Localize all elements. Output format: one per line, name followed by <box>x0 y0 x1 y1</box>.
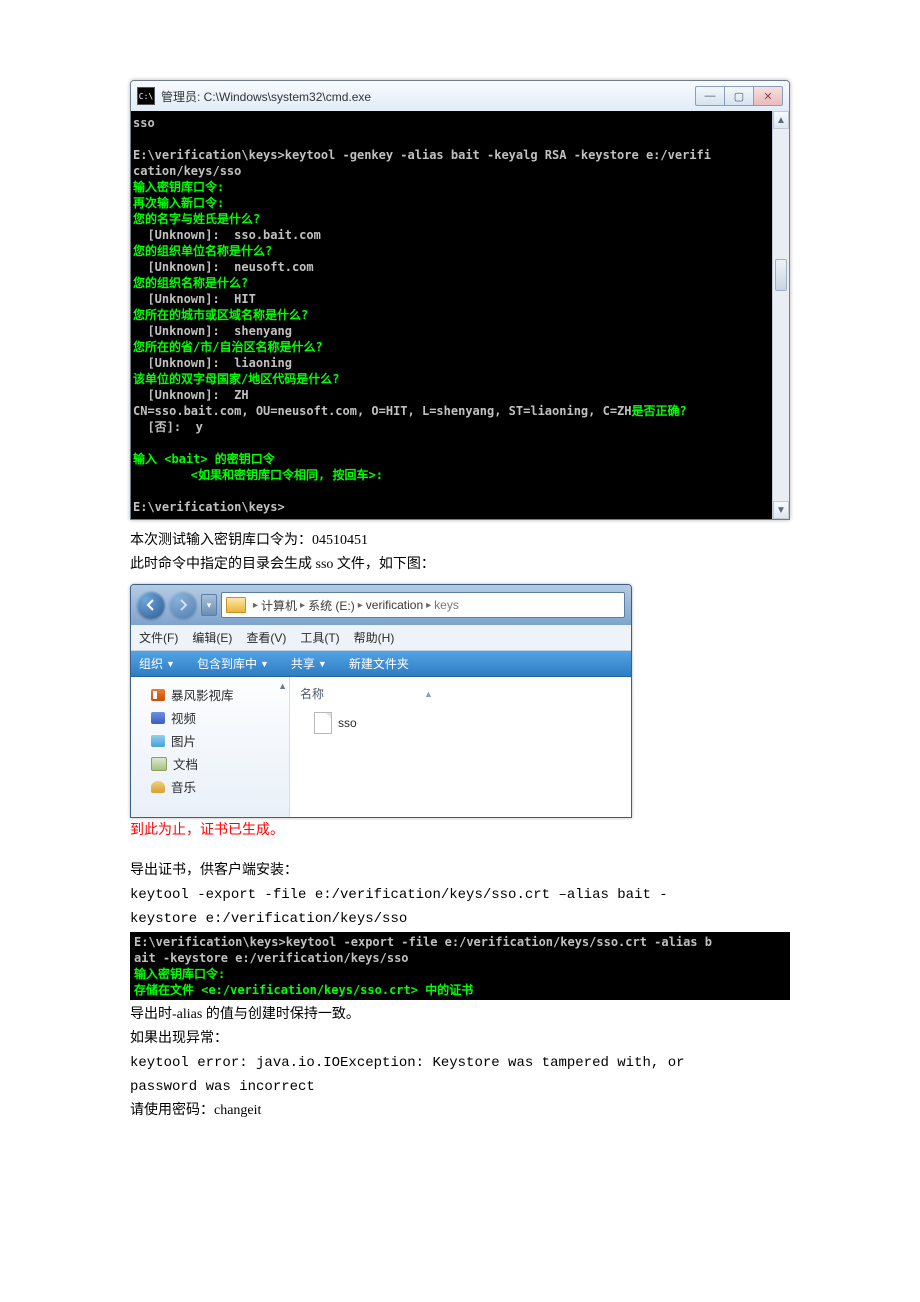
nav-item-pictures[interactable]: 图片 <box>135 729 285 752</box>
nav-item-documents[interactable]: 文档 <box>135 752 285 775</box>
nav-back-button[interactable] <box>137 591 165 619</box>
minimize-button[interactable]: — <box>695 86 725 106</box>
file-name: sso <box>338 716 357 730</box>
nav-item-storm[interactable]: 暴风影视库 <box>135 683 285 706</box>
nav-scroll-up-icon[interactable]: ▲ <box>278 681 287 691</box>
address-bar[interactable]: ▸ 计算机 ▸ 系统 (E:) ▸ verification ▸ keys <box>221 592 625 618</box>
maximize-button[interactable]: ▢ <box>724 86 754 106</box>
scroll-thumb[interactable] <box>775 259 787 291</box>
nav-history-dropdown[interactable]: ▾ <box>201 594 217 616</box>
chevron-down-icon: ▼ <box>166 659 175 669</box>
scroll-up-icon[interactable]: ▲ <box>773 111 789 129</box>
para-alias-note: 导出时-alias 的值与创建时保持一致。 <box>130 1004 790 1026</box>
breadcrumb-folder2[interactable]: keys <box>434 598 459 612</box>
cmd-body: sso E:\verification\keys>keytool -genkey… <box>131 111 772 519</box>
toolbar-new-folder[interactable]: 新建文件夹 <box>349 655 409 672</box>
music-icon <box>151 781 165 793</box>
nav-forward-button[interactable] <box>169 591 197 619</box>
column-header-name[interactable]: 名称▲ <box>300 683 621 706</box>
close-button[interactable]: ✕ <box>753 86 783 106</box>
sort-asc-icon: ▲ <box>424 689 433 699</box>
cmd-title: 管理员: C:\Windows\system32\cmd.exe <box>161 88 696 105</box>
pictures-icon <box>151 735 165 747</box>
file-icon <box>314 712 332 734</box>
mini-terminal: E:\verification\keys>keytool -export -fi… <box>130 932 790 1000</box>
chevron-down-icon: ▼ <box>318 659 327 669</box>
breadcrumb-sep: ▸ <box>426 600 431 611</box>
error-line-2: password was incorrect <box>130 1076 790 1098</box>
breadcrumb-computer[interactable]: 计算机 <box>261 597 297 614</box>
explorer-window: ▾ ▸ 计算机 ▸ 系统 (E:) ▸ verification ▸ keys … <box>130 584 632 818</box>
explorer-content: 名称▲ sso <box>290 677 631 817</box>
documents-icon <box>151 757 167 771</box>
menu-help[interactable]: 帮助(H) <box>354 629 395 646</box>
file-row-sso[interactable]: sso <box>300 706 621 734</box>
chevron-down-icon: ▼ <box>260 659 269 669</box>
storm-icon <box>151 689 165 701</box>
cmdline-export-1: keytool -export -file e:/verification/ke… <box>130 884 790 906</box>
cmd-scrollbar[interactable]: ▲ ▼ <box>772 111 789 519</box>
scroll-track[interactable] <box>773 129 789 501</box>
window-buttons: — ▢ ✕ <box>696 86 783 106</box>
breadcrumb-drive[interactable]: 系统 (E:) <box>308 597 355 614</box>
explorer-nav-pane: ▲ 暴风影视库 视频 图片 文档 音乐 <box>131 677 290 817</box>
para-cert-done: 到此为止，证书已生成。 <box>130 820 790 842</box>
arrow-right-icon <box>177 599 189 611</box>
menu-view[interactable]: 查看(V) <box>246 629 286 646</box>
breadcrumb-folder1[interactable]: verification <box>366 598 423 612</box>
menu-file[interactable]: 文件(F) <box>139 629 178 646</box>
error-line-1: keytool error: java.io.IOException: Keys… <box>130 1052 790 1074</box>
para-generated: 此时命令中指定的目录会生成 sso 文件，如下图： <box>130 554 790 576</box>
menu-edit[interactable]: 编辑(E) <box>192 629 232 646</box>
breadcrumb-sep: ▸ <box>358 600 363 611</box>
scroll-down-icon[interactable]: ▼ <box>773 501 789 519</box>
toolbar-share[interactable]: 共享 ▼ <box>291 655 327 672</box>
cmdline-export-2: keystore e:/verification/keys/sso <box>130 908 790 930</box>
para-export-intro: 导出证书，供客户端安装： <box>130 860 790 882</box>
para-use-password: 请使用密码：changeit <box>130 1100 790 1122</box>
para-exception-intro: 如果出现异常： <box>130 1028 790 1050</box>
breadcrumb-sep: ▸ <box>253 600 258 611</box>
explorer-header: ▾ ▸ 计算机 ▸ 系统 (E:) ▸ verification ▸ keys <box>131 585 631 625</box>
breadcrumb-sep: ▸ <box>300 600 305 611</box>
arrow-left-icon <box>145 599 157 611</box>
nav-item-video[interactable]: 视频 <box>135 706 285 729</box>
cmd-window: C:\ 管理员: C:\Windows\system32\cmd.exe — ▢… <box>130 80 790 520</box>
explorer-menu: 文件(F) 编辑(E) 查看(V) 工具(T) 帮助(H) <box>131 625 631 651</box>
para-password: 本次测试输入密钥库口令为：04510451 <box>130 530 790 552</box>
nav-item-music[interactable]: 音乐 <box>135 775 285 798</box>
terminal-icon: C:\ <box>137 87 155 105</box>
toolbar-organize[interactable]: 组织 ▼ <box>139 655 175 672</box>
cmd-titlebar: C:\ 管理员: C:\Windows\system32\cmd.exe — ▢… <box>131 81 789 111</box>
folder-icon <box>226 597 246 613</box>
menu-tools[interactable]: 工具(T) <box>300 629 339 646</box>
explorer-toolbar: 组织 ▼ 包含到库中 ▼ 共享 ▼ 新建文件夹 <box>131 651 631 677</box>
toolbar-include-lib[interactable]: 包含到库中 ▼ <box>197 655 269 672</box>
video-icon <box>151 712 165 724</box>
